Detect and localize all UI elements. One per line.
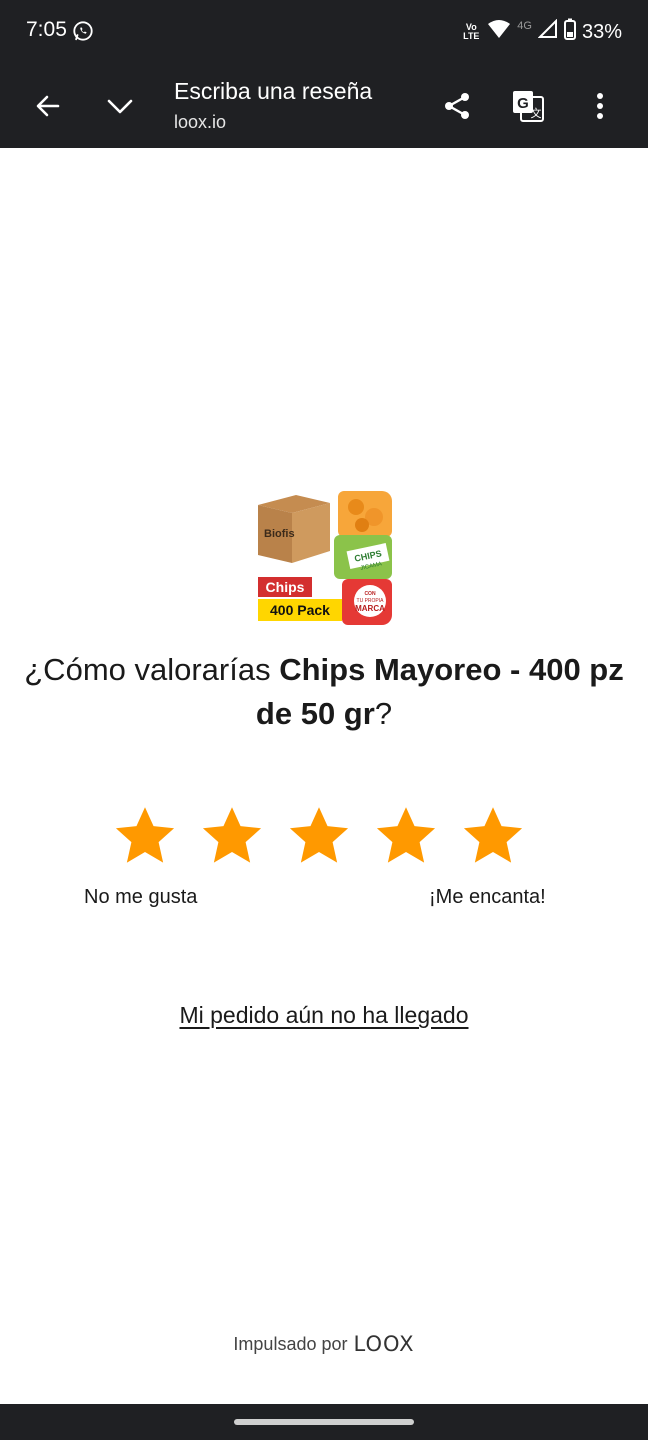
rating-high-label: ¡Me encanta! xyxy=(429,886,546,908)
review-question: ¿Cómo valorarías Chips Mayoreo - 400 pz … xyxy=(20,648,628,736)
back-arrow-icon[interactable] xyxy=(28,86,68,126)
signal-icon xyxy=(537,18,558,45)
box-brand-text: Biofis xyxy=(264,528,295,540)
battery-icon xyxy=(563,18,576,46)
wifi-icon xyxy=(487,19,511,45)
gesture-handle[interactable] xyxy=(234,1419,414,1425)
star-rating xyxy=(112,804,542,868)
star-icon xyxy=(289,807,349,863)
order-not-arrived-text[interactable]: Mi pedido aún no ha llegado xyxy=(179,1002,468,1028)
product-name: Chips Mayoreo - 400 pz de 50 gr xyxy=(255,652,624,731)
powered-by-text: Impulsado por xyxy=(233,1333,348,1354)
status-time: 7:05 xyxy=(26,18,67,41)
chevron-down-icon[interactable] xyxy=(100,86,140,126)
badge-bottom-text: 400 Pack xyxy=(270,602,330,618)
stamp-top-text: CON xyxy=(364,591,376,597)
status-indicators: Vo LTE 4G 33% xyxy=(461,18,622,46)
star-icon xyxy=(463,807,523,863)
navigation-bar xyxy=(0,1404,648,1440)
question-suffix: ? xyxy=(374,696,393,731)
star-icon xyxy=(115,807,175,863)
review-page: Biofis CHIPS JICAMA CON TU PROPIA MARCA … xyxy=(0,148,648,1404)
star-icon xyxy=(202,807,262,863)
svg-text:文: 文 xyxy=(531,106,542,120)
badge-top-text: Chips xyxy=(266,579,305,595)
svg-text:G: G xyxy=(517,95,529,112)
star-3-button[interactable] xyxy=(286,804,352,868)
status-bar: 7:05 Vo LTE 4G 33% xyxy=(0,0,648,64)
star-icon xyxy=(376,807,436,863)
loox-logo[interactable]: LOOX xyxy=(354,1332,415,1356)
star-5-button[interactable] xyxy=(460,804,526,868)
product-image: Biofis CHIPS JICAMA CON TU PROPIA MARCA … xyxy=(256,491,392,625)
star-4-button[interactable] xyxy=(373,804,439,868)
volte-indicator: Vo LTE xyxy=(461,23,481,41)
question-prefix: ¿Cómo valorarías xyxy=(24,652,280,687)
translate-icon[interactable]: G 文 xyxy=(508,86,548,126)
page-domain: loox.io xyxy=(174,112,227,132)
star-2-button[interactable] xyxy=(199,804,265,868)
more-options-icon[interactable] xyxy=(580,86,620,126)
battery-percent: 33% xyxy=(581,20,622,43)
product-image-graphic: Biofis CHIPS JICAMA CON TU PROPIA MARCA … xyxy=(256,491,392,625)
network-type-label: 4G xyxy=(517,20,532,32)
star-1-button[interactable] xyxy=(112,804,178,868)
stamp-bottom-text: MARCA xyxy=(355,604,385,613)
share-icon[interactable] xyxy=(437,86,477,126)
volte-bottom-label: LTE xyxy=(463,31,480,41)
whatsapp-notification-icon xyxy=(72,20,94,42)
powered-by-footer: Impulsado por LOOX xyxy=(0,1332,648,1356)
browser-toolbar: Escriba una reseña loox.io G 文 xyxy=(0,64,648,148)
page-title: Escriba una reseña xyxy=(174,78,373,104)
rating-low-label: No me gusta xyxy=(84,886,198,908)
order-not-arrived-link[interactable]: Mi pedido aún no ha llegado xyxy=(0,1002,648,1029)
